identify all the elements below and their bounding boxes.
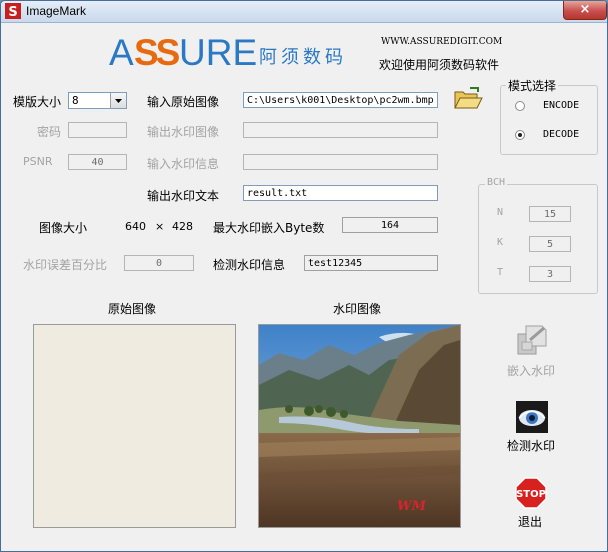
output-wm-image-label: 输出水印图像 [147,125,220,139]
stop-sign-icon: STOP [515,477,547,509]
eye-icon [516,401,548,433]
image-size-x: × [155,220,165,233]
browse-button[interactable] [453,86,483,112]
close-button[interactable]: × [563,1,607,20]
embed-icon [517,325,547,355]
input-image-path-field[interactable]: C:\Users\k001\Desktop\pc2wm.bmp [243,92,438,108]
password-label: 密码 [37,125,62,139]
folder-open-icon [454,87,483,109]
original-image-box [33,324,236,528]
image-height-value: 428 [172,220,193,233]
detected-info-label: 检测水印信息 [213,258,286,272]
detect-watermark-button[interactable]: 检测水印 [498,401,568,455]
psnr-label: PSNR [23,155,53,168]
detected-info-value: test12345 [308,258,363,269]
output-wm-text-value: result.txt [247,188,308,199]
template-size-label: 模版大小 [13,95,62,109]
logo-ure: URE [179,32,258,73]
watermark-logo-text: WM [397,499,426,514]
logo: A SS URE 阿须数码 [109,32,369,74]
encode-label[interactable]: ENCODE [543,100,579,111]
main-window: S ImageMark × A SS URE 阿须数码 WWW.ASSUREDI… [0,0,608,552]
logo-chinese: 阿须数码 [259,47,347,68]
watermark-image-box: WM [258,324,461,528]
embed-watermark-button[interactable]: 嵌入水印 [498,324,568,378]
image-width-value: 640 [125,220,146,233]
window-title: ImageMark [26,4,87,18]
psnr-field[interactable]: 40 [68,154,127,170]
detect-watermark-label: 检测水印 [507,439,556,453]
bch-k-value: 5 [546,239,554,250]
decode-radio[interactable] [515,130,525,140]
image-size-label: 图像大小 [39,221,88,235]
input-image-path: C:\Users\k001\Desktop\pc2wm.bmp [247,95,434,106]
stop-sign-text: STOP [516,489,546,500]
bch-t-value: 3 [546,269,554,280]
landscape-photo [259,325,460,527]
template-size-select[interactable]: 8 [68,92,127,109]
input-image-label: 输入原始图像 [147,95,220,109]
bch-k-field[interactable]: 5 [529,236,571,252]
output-wm-text-field[interactable]: result.txt [243,185,438,201]
bch-k-label: K [497,237,504,248]
decode-label[interactable]: DECODE [543,129,579,140]
error-percent-label: 水印误差百分比 [23,258,108,272]
template-size-value: 8 [72,94,79,107]
dropdown-arrow-icon[interactable] [110,93,126,108]
mode-group [500,85,598,155]
mode-group-title: 模式选择 [506,77,559,94]
password-field[interactable] [68,122,127,138]
bch-n-field[interactable]: 15 [529,206,571,222]
title-bar[interactable]: S ImageMark × [1,1,607,23]
error-percent-value: 0 [155,258,163,269]
exit-button[interactable]: STOP 退出 [498,477,568,531]
input-wm-info-label: 输入水印信息 [147,157,220,171]
error-percent-field[interactable]: 0 [124,255,194,271]
output-wm-text-label: 输出水印文本 [147,189,220,203]
output-wm-image-field[interactable] [243,122,438,138]
bch-n-value: 15 [543,209,557,220]
app-icon: S [5,3,21,19]
max-embed-label: 最大水印嵌入Byte数 [213,221,325,235]
detected-info-field: test12345 [304,255,438,271]
svg-text:S: S [8,5,17,19]
embed-watermark-label: 嵌入水印 [507,364,556,378]
watermark-logo: WM [397,499,447,515]
bch-t-label: T [497,267,504,278]
bch-t-field[interactable]: 3 [529,266,571,282]
max-embed-field: 164 [342,217,438,233]
logo-ass: A [109,32,134,73]
max-embed-value: 164 [380,220,400,231]
encode-radio[interactable] [515,101,525,111]
psnr-value: 40 [91,157,104,168]
bch-group-title: BCH [485,177,508,188]
website-text: WWW.ASSUREDIGIT.COM [381,37,503,47]
input-wm-info-field[interactable] [243,154,438,170]
watermark-image-label: 水印图像 [333,302,382,316]
welcome-text: 欢迎使用阿须数码软件 [379,58,500,72]
exit-label: 退出 [518,515,543,529]
bch-n-label: N [497,207,504,218]
original-image-label: 原始图像 [108,302,157,316]
logo-ss: SS [134,32,180,73]
